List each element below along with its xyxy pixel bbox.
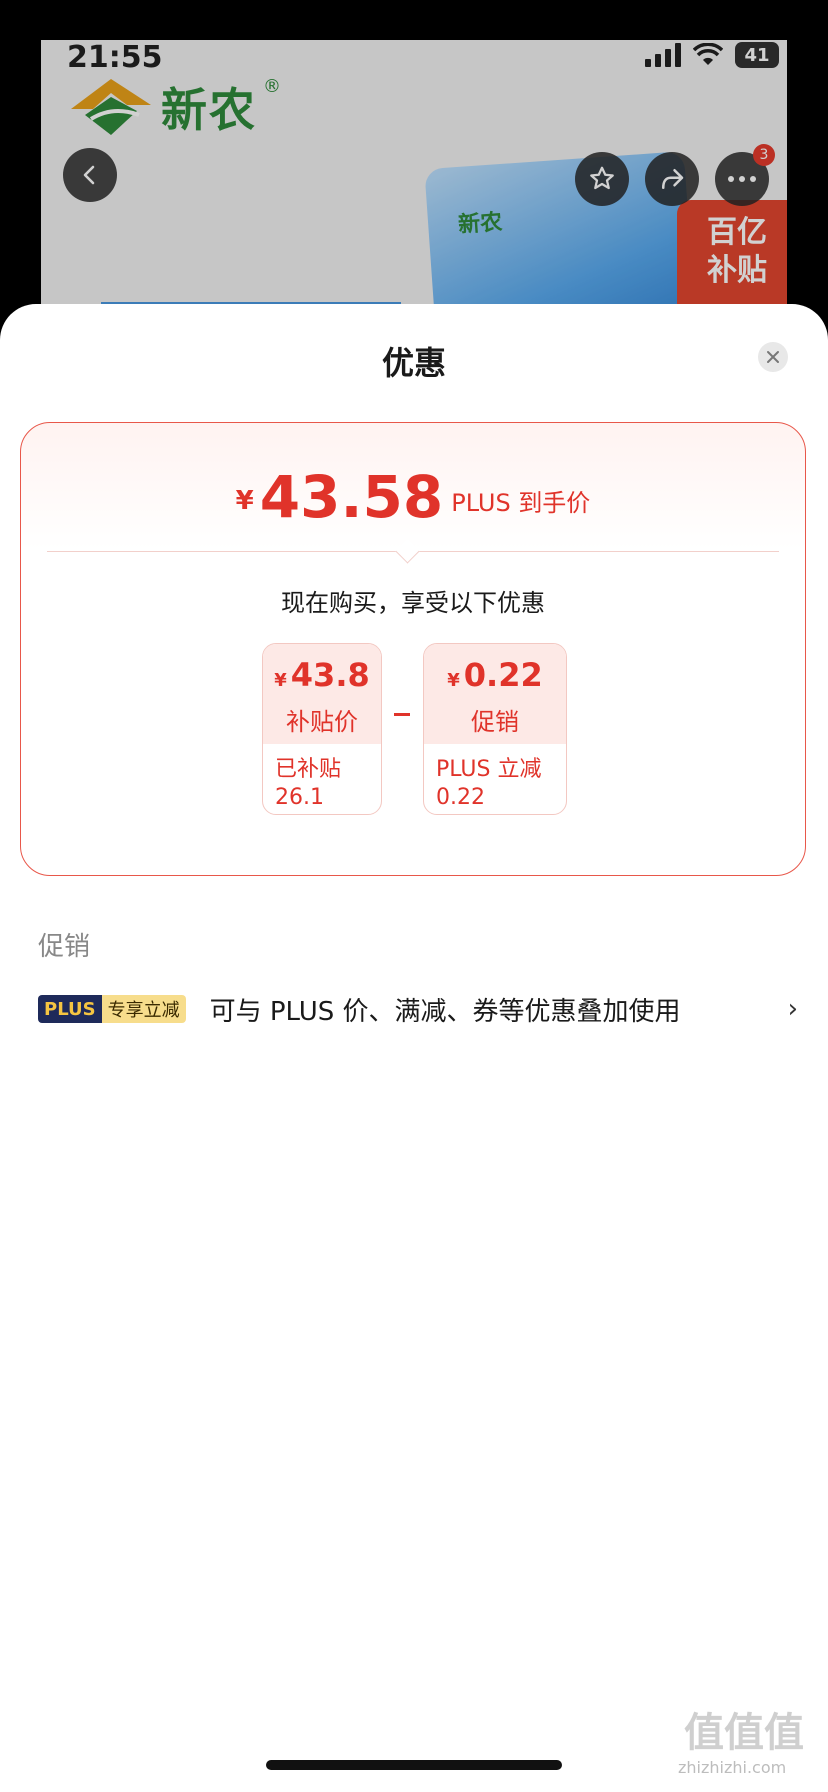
discount-sheet: 优惠 ¥43.58 PLUS 到手价 现在购买，享受以下优惠 ¥43.8 补贴价 … <box>0 304 828 1792</box>
minus-sign <box>394 713 410 716</box>
promo-row-text: 可与 PLUS 价、满减、券等优惠叠加使用 <box>209 996 681 1027</box>
close-icon <box>767 351 779 363</box>
discount-card-promotion: ¥0.22 促销 PLUS 立减 0.22 <box>423 643 567 815</box>
promo-description: 现在购买，享受以下优惠 <box>281 589 545 617</box>
plus-tag: PLUS 专享立减 <box>38 995 186 1023</box>
discount-detail: PLUS 立减 <box>436 757 542 782</box>
promo-row-plus[interactable]: PLUS 专享立减 可与 PLUS 价、满减、券等优惠叠加使用 › <box>38 984 798 1034</box>
discount-value: 0.22 <box>463 656 543 694</box>
currency-symbol: ¥ <box>274 670 287 691</box>
close-button[interactable] <box>758 342 788 372</box>
chevron-right-icon: › <box>787 994 798 1024</box>
price-summary-card: ¥43.58 PLUS 到手价 现在购买，享受以下优惠 ¥43.8 补贴价 已补贴… <box>20 422 806 876</box>
sheet-title: 优惠 <box>381 344 446 382</box>
discount-value: 43.8 <box>290 656 370 694</box>
currency-symbol: ¥ <box>235 486 254 516</box>
currency-symbol: ¥ <box>447 670 460 691</box>
plus-tag-text: 专享立减 <box>101 995 186 1023</box>
home-indicator[interactable] <box>266 1760 562 1770</box>
discount-detail-amount: 0.22 <box>436 785 485 810</box>
discount-name: 促销 <box>471 708 519 736</box>
discount-card-subsidy: ¥43.8 补贴价 已补贴 26.1 <box>262 643 382 815</box>
plus-tag-label: PLUS <box>38 995 102 1023</box>
final-price-label: PLUS 到手价 <box>451 489 591 517</box>
final-price: ¥43.58 PLUS 到手价 <box>21 463 805 531</box>
watermark-url: zhizhizhi.com <box>678 1758 787 1777</box>
discount-detail: 已补贴 <box>275 757 342 782</box>
final-price-amount: 43.58 <box>259 463 444 531</box>
discount-name: 补贴价 <box>286 708 358 736</box>
divider-notch <box>395 539 420 564</box>
watermark: 值值值 <box>684 1710 804 1756</box>
discount-detail-amount: 26.1 <box>275 785 324 810</box>
section-label-promotion: 促销 <box>38 932 91 962</box>
